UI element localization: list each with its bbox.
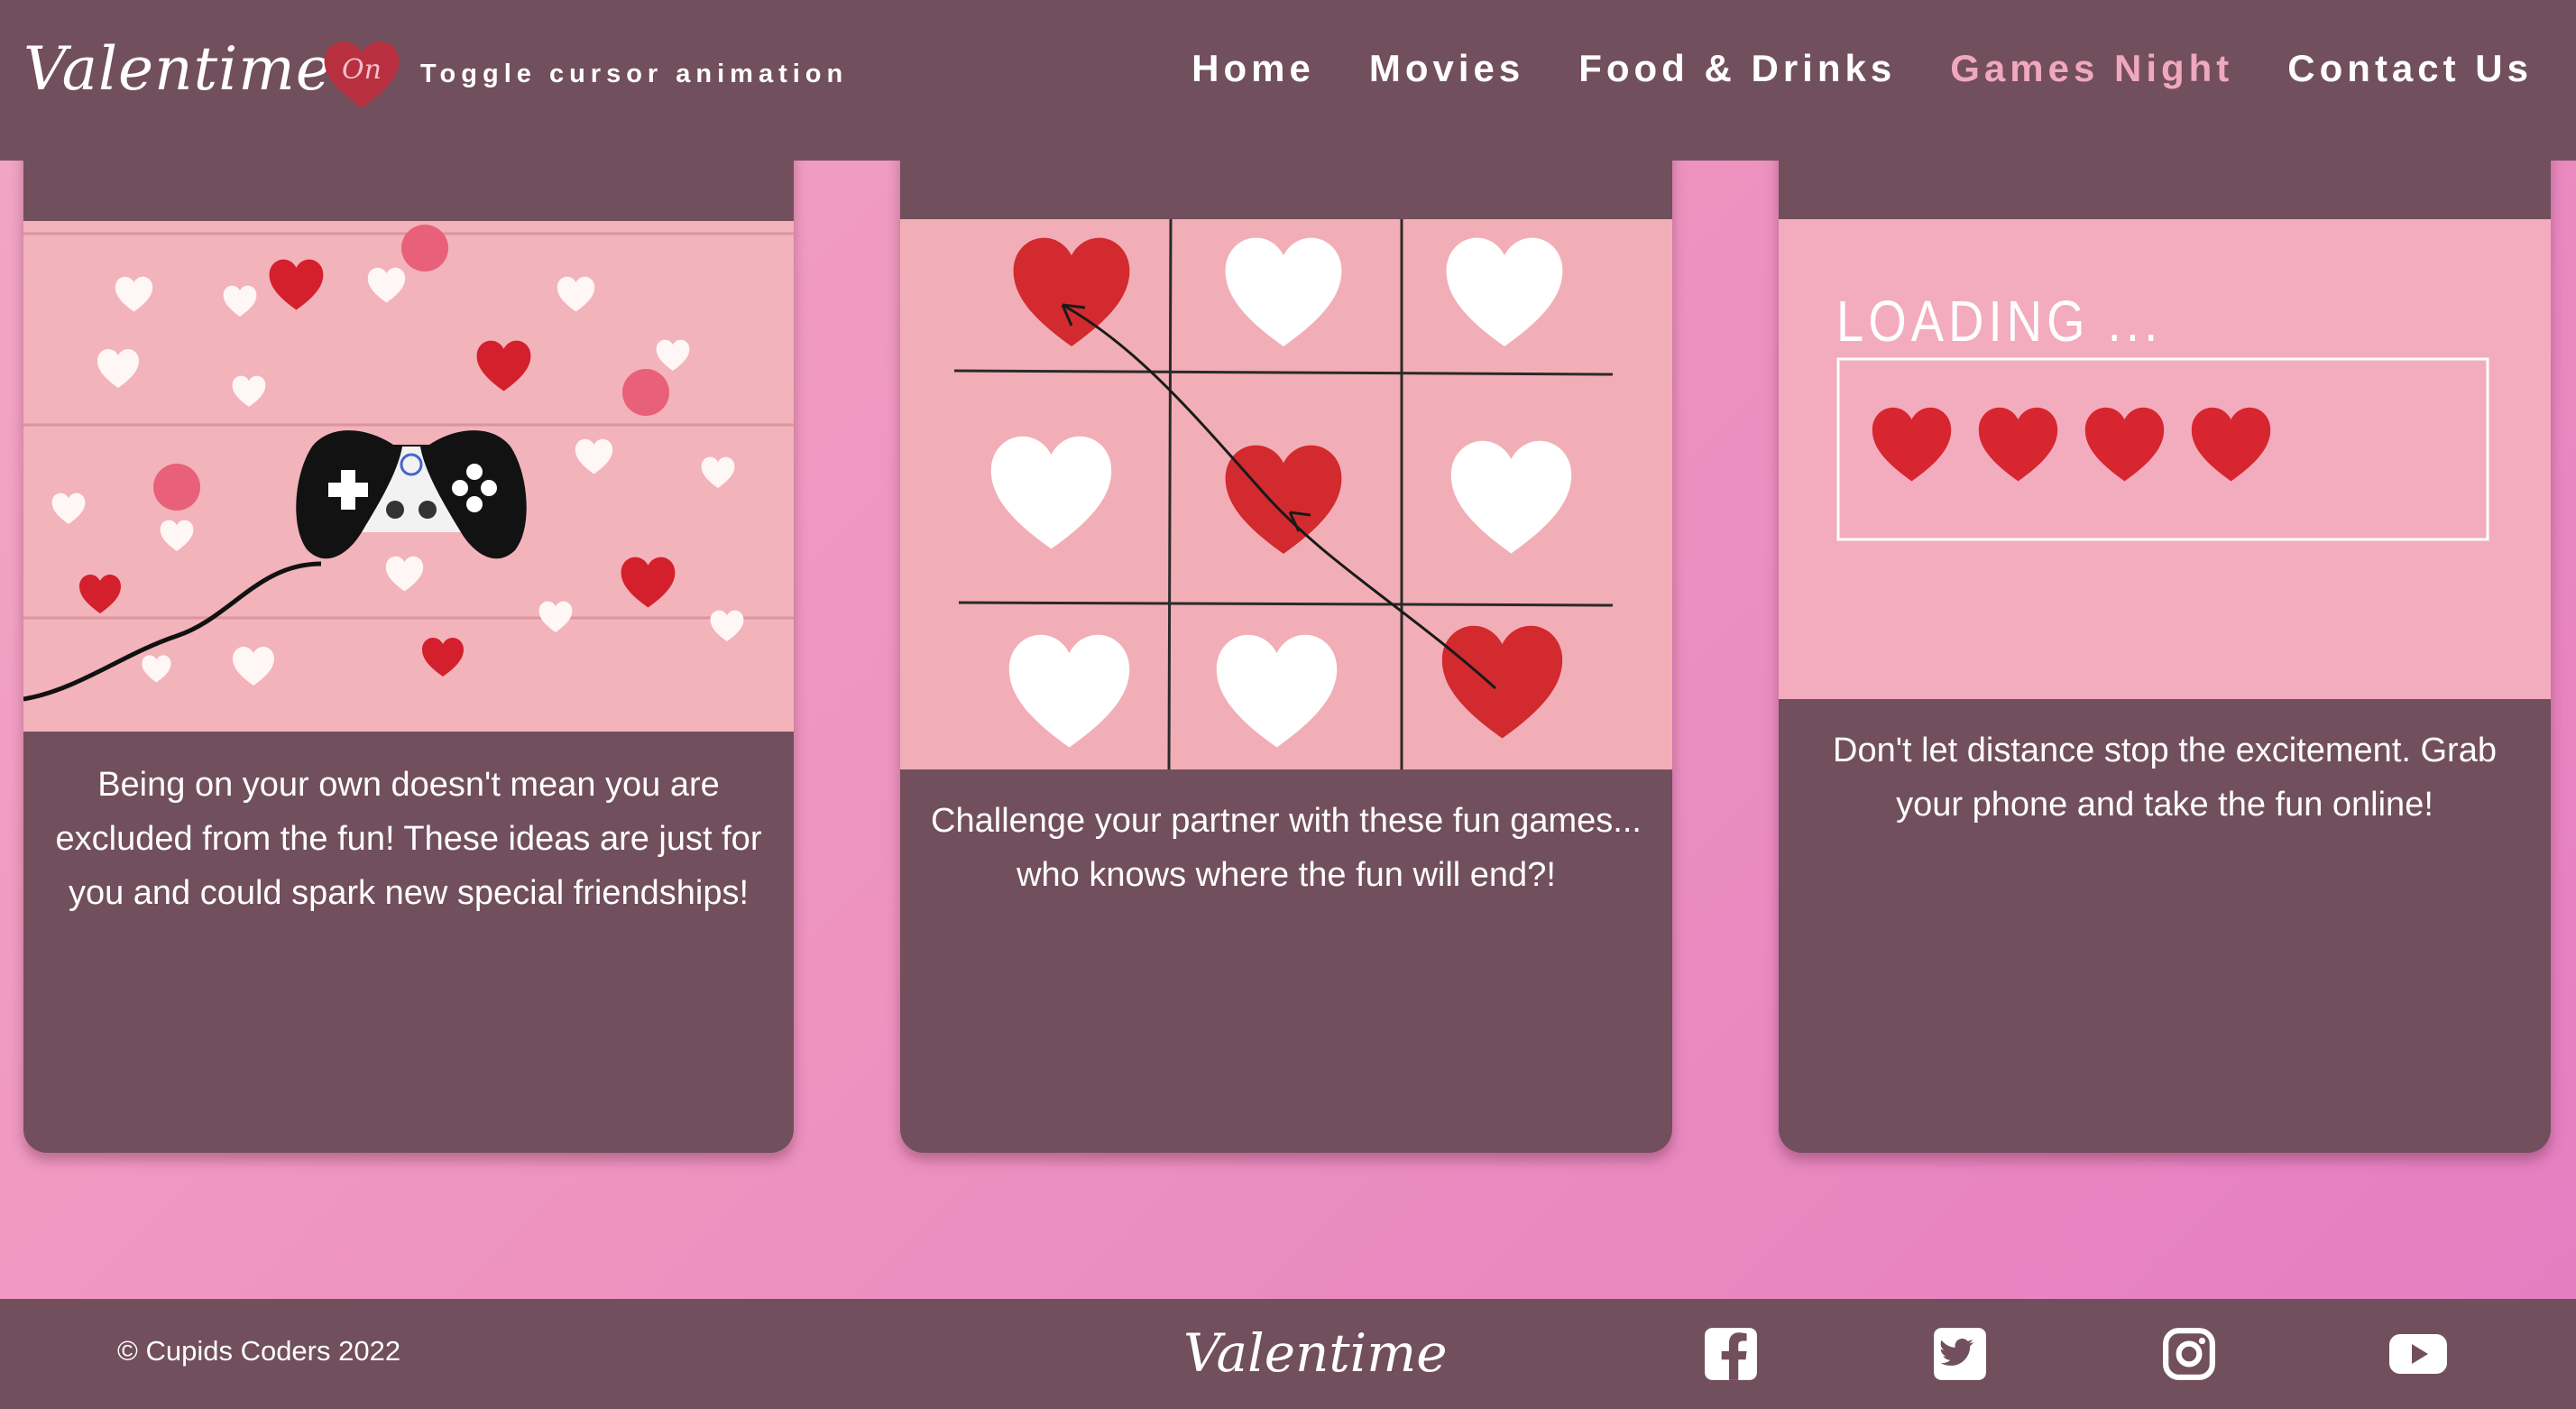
card-couple-games: Challenge your partner with these fun ga… (900, 135, 1672, 1153)
tic-tac-toe-hearts-image (900, 219, 1672, 769)
loading-hearts-image: LOADING ... (1779, 219, 2551, 699)
site-footer: © Cupids Coders 2022 Valentime (0, 1299, 2576, 1409)
brand-logo[interactable]: Valentime (23, 34, 332, 104)
toggle-state: On (342, 54, 382, 86)
facebook-icon[interactable] (1701, 1326, 1761, 1382)
card-description: Being on your own doesn't mean you are e… (55, 766, 762, 912)
nav-movies[interactable]: Movies (1369, 47, 1524, 90)
nav-contact-us[interactable]: Contact Us (2287, 47, 2533, 90)
main-nav: Home Movies Food & Drinks Games Night Co… (1191, 47, 2533, 90)
nav-home[interactable]: Home (1191, 47, 1315, 90)
copyright-text: © Cupids Coders 2022 (117, 1335, 401, 1367)
card-description: Don't let distance stop the excitement. … (1833, 732, 2497, 824)
twitter-icon[interactable] (1930, 1326, 1990, 1382)
game-controller-hearts-image (23, 221, 794, 732)
nav-games-night[interactable]: Games Night (1950, 47, 2233, 90)
nav-food-drinks[interactable]: Food & Drinks (1578, 47, 1896, 90)
site-header: Valentime On Toggle cursor animation Hom… (0, 0, 2576, 161)
card-online-games: LOADING ... Don't let distance stop the … (1779, 135, 2551, 1153)
loading-text: LOADING ... (1836, 289, 2162, 354)
cursor-toggle-button[interactable]: On (321, 38, 402, 112)
footer-brand-logo: Valentime (1183, 1322, 1448, 1384)
card-description: Challenge your partner with these fun ga… (931, 802, 1642, 894)
instagram-icon[interactable] (2159, 1326, 2219, 1382)
card-solo-games: Being on your own doesn't mean you are e… (23, 135, 794, 1153)
toggle-label[interactable]: Toggle cursor animation (420, 60, 848, 89)
youtube-icon[interactable] (2388, 1326, 2448, 1382)
